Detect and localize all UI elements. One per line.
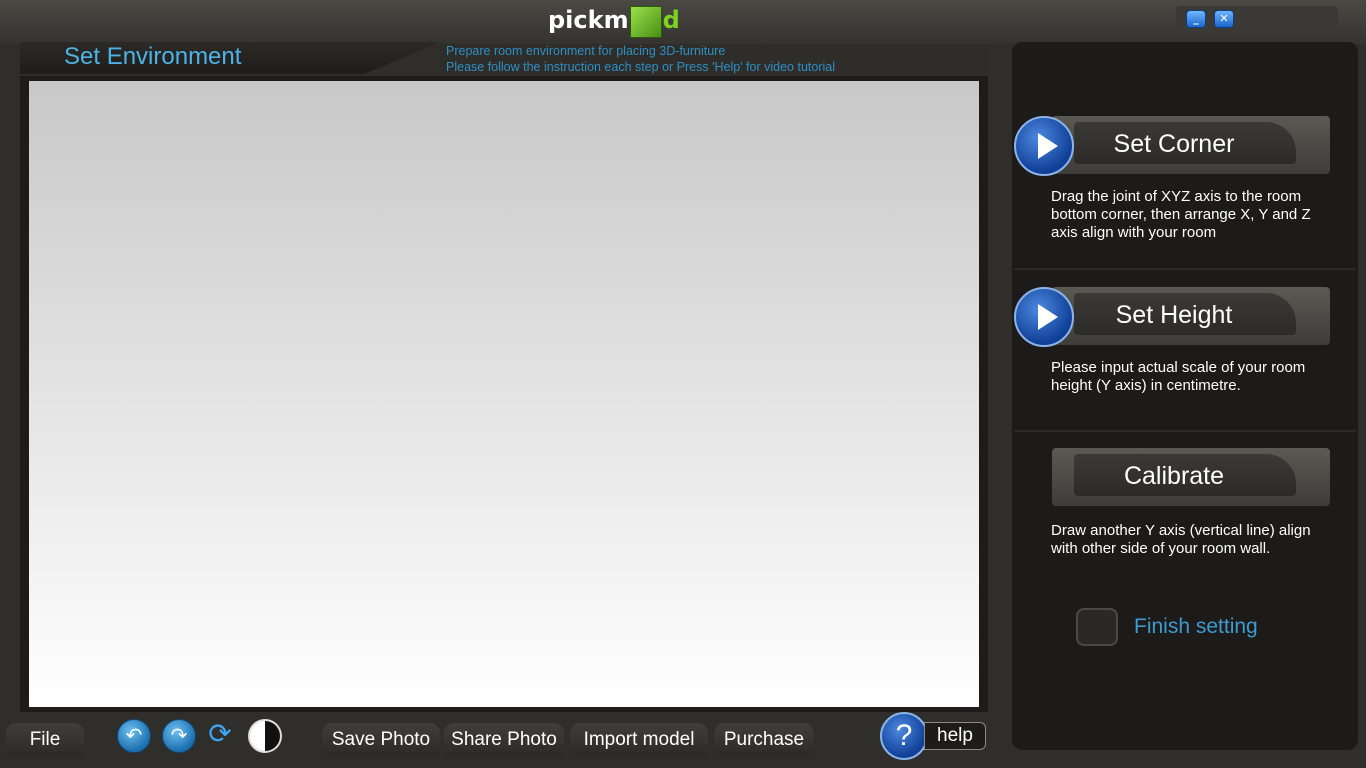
set-height-label: Set Height bbox=[1115, 301, 1233, 329]
logo-cube-icon bbox=[629, 6, 662, 38]
close-button[interactable]: ✕ bbox=[1214, 10, 1234, 28]
purchase-button[interactable]: Purchase bbox=[714, 723, 814, 757]
help-button[interactable]: help bbox=[924, 722, 986, 750]
set-corner-label: Set Corner bbox=[1113, 130, 1235, 158]
save-photo-button[interactable]: Save Photo bbox=[322, 723, 440, 757]
file-button[interactable]: File bbox=[6, 723, 84, 757]
minimize-button[interactable]: _ bbox=[1186, 10, 1206, 28]
question-icon[interactable]: ? bbox=[880, 712, 928, 760]
window-controls: _ ✕ bbox=[1176, 6, 1338, 30]
instruction-line-1: Prepare room environment for placing 3D-… bbox=[446, 44, 726, 58]
logo-suffix: d bbox=[662, 6, 680, 34]
set-corner-description: Drag the joint of XYZ axis to the room b… bbox=[1051, 188, 1311, 241]
divider bbox=[1014, 268, 1356, 270]
logo-text: pickm bbox=[548, 6, 629, 34]
title-bar bbox=[0, 0, 1366, 44]
play-icon[interactable] bbox=[1014, 287, 1074, 347]
calibrate-description: Draw another Y axis (vertical line) alig… bbox=[1051, 522, 1311, 557]
divider bbox=[1014, 430, 1356, 432]
set-height-button[interactable]: Set Height bbox=[1052, 287, 1330, 345]
redo-icon[interactable]: ↷ bbox=[162, 719, 196, 753]
finish-setting-checkbox[interactable] bbox=[1076, 608, 1118, 646]
finish-setting-label[interactable]: Finish setting bbox=[1134, 615, 1258, 639]
set-corner-button[interactable]: Set Corner bbox=[1052, 116, 1330, 174]
instructions: Prepare room environment for placing 3D-… bbox=[446, 43, 835, 75]
undo-icon[interactable]: ↶ bbox=[117, 719, 151, 753]
set-height-description: Please input actual scale of your room h… bbox=[1051, 359, 1306, 394]
calibrate-button[interactable]: Calibrate bbox=[1052, 448, 1330, 506]
app-logo: pickm d bbox=[548, 6, 680, 46]
refresh-icon[interactable]: ⟳ bbox=[204, 719, 236, 751]
import-model-button[interactable]: Import model bbox=[570, 723, 708, 757]
photo-canvas[interactable] bbox=[29, 81, 979, 707]
instruction-line-2: Please follow the instruction each step … bbox=[446, 60, 835, 74]
contrast-icon[interactable] bbox=[248, 719, 282, 753]
calibrate-label: Calibrate bbox=[1123, 462, 1225, 490]
page-title: Set Environment bbox=[64, 43, 242, 70]
share-photo-button[interactable]: Share Photo bbox=[444, 723, 564, 757]
play-icon[interactable] bbox=[1014, 116, 1074, 176]
